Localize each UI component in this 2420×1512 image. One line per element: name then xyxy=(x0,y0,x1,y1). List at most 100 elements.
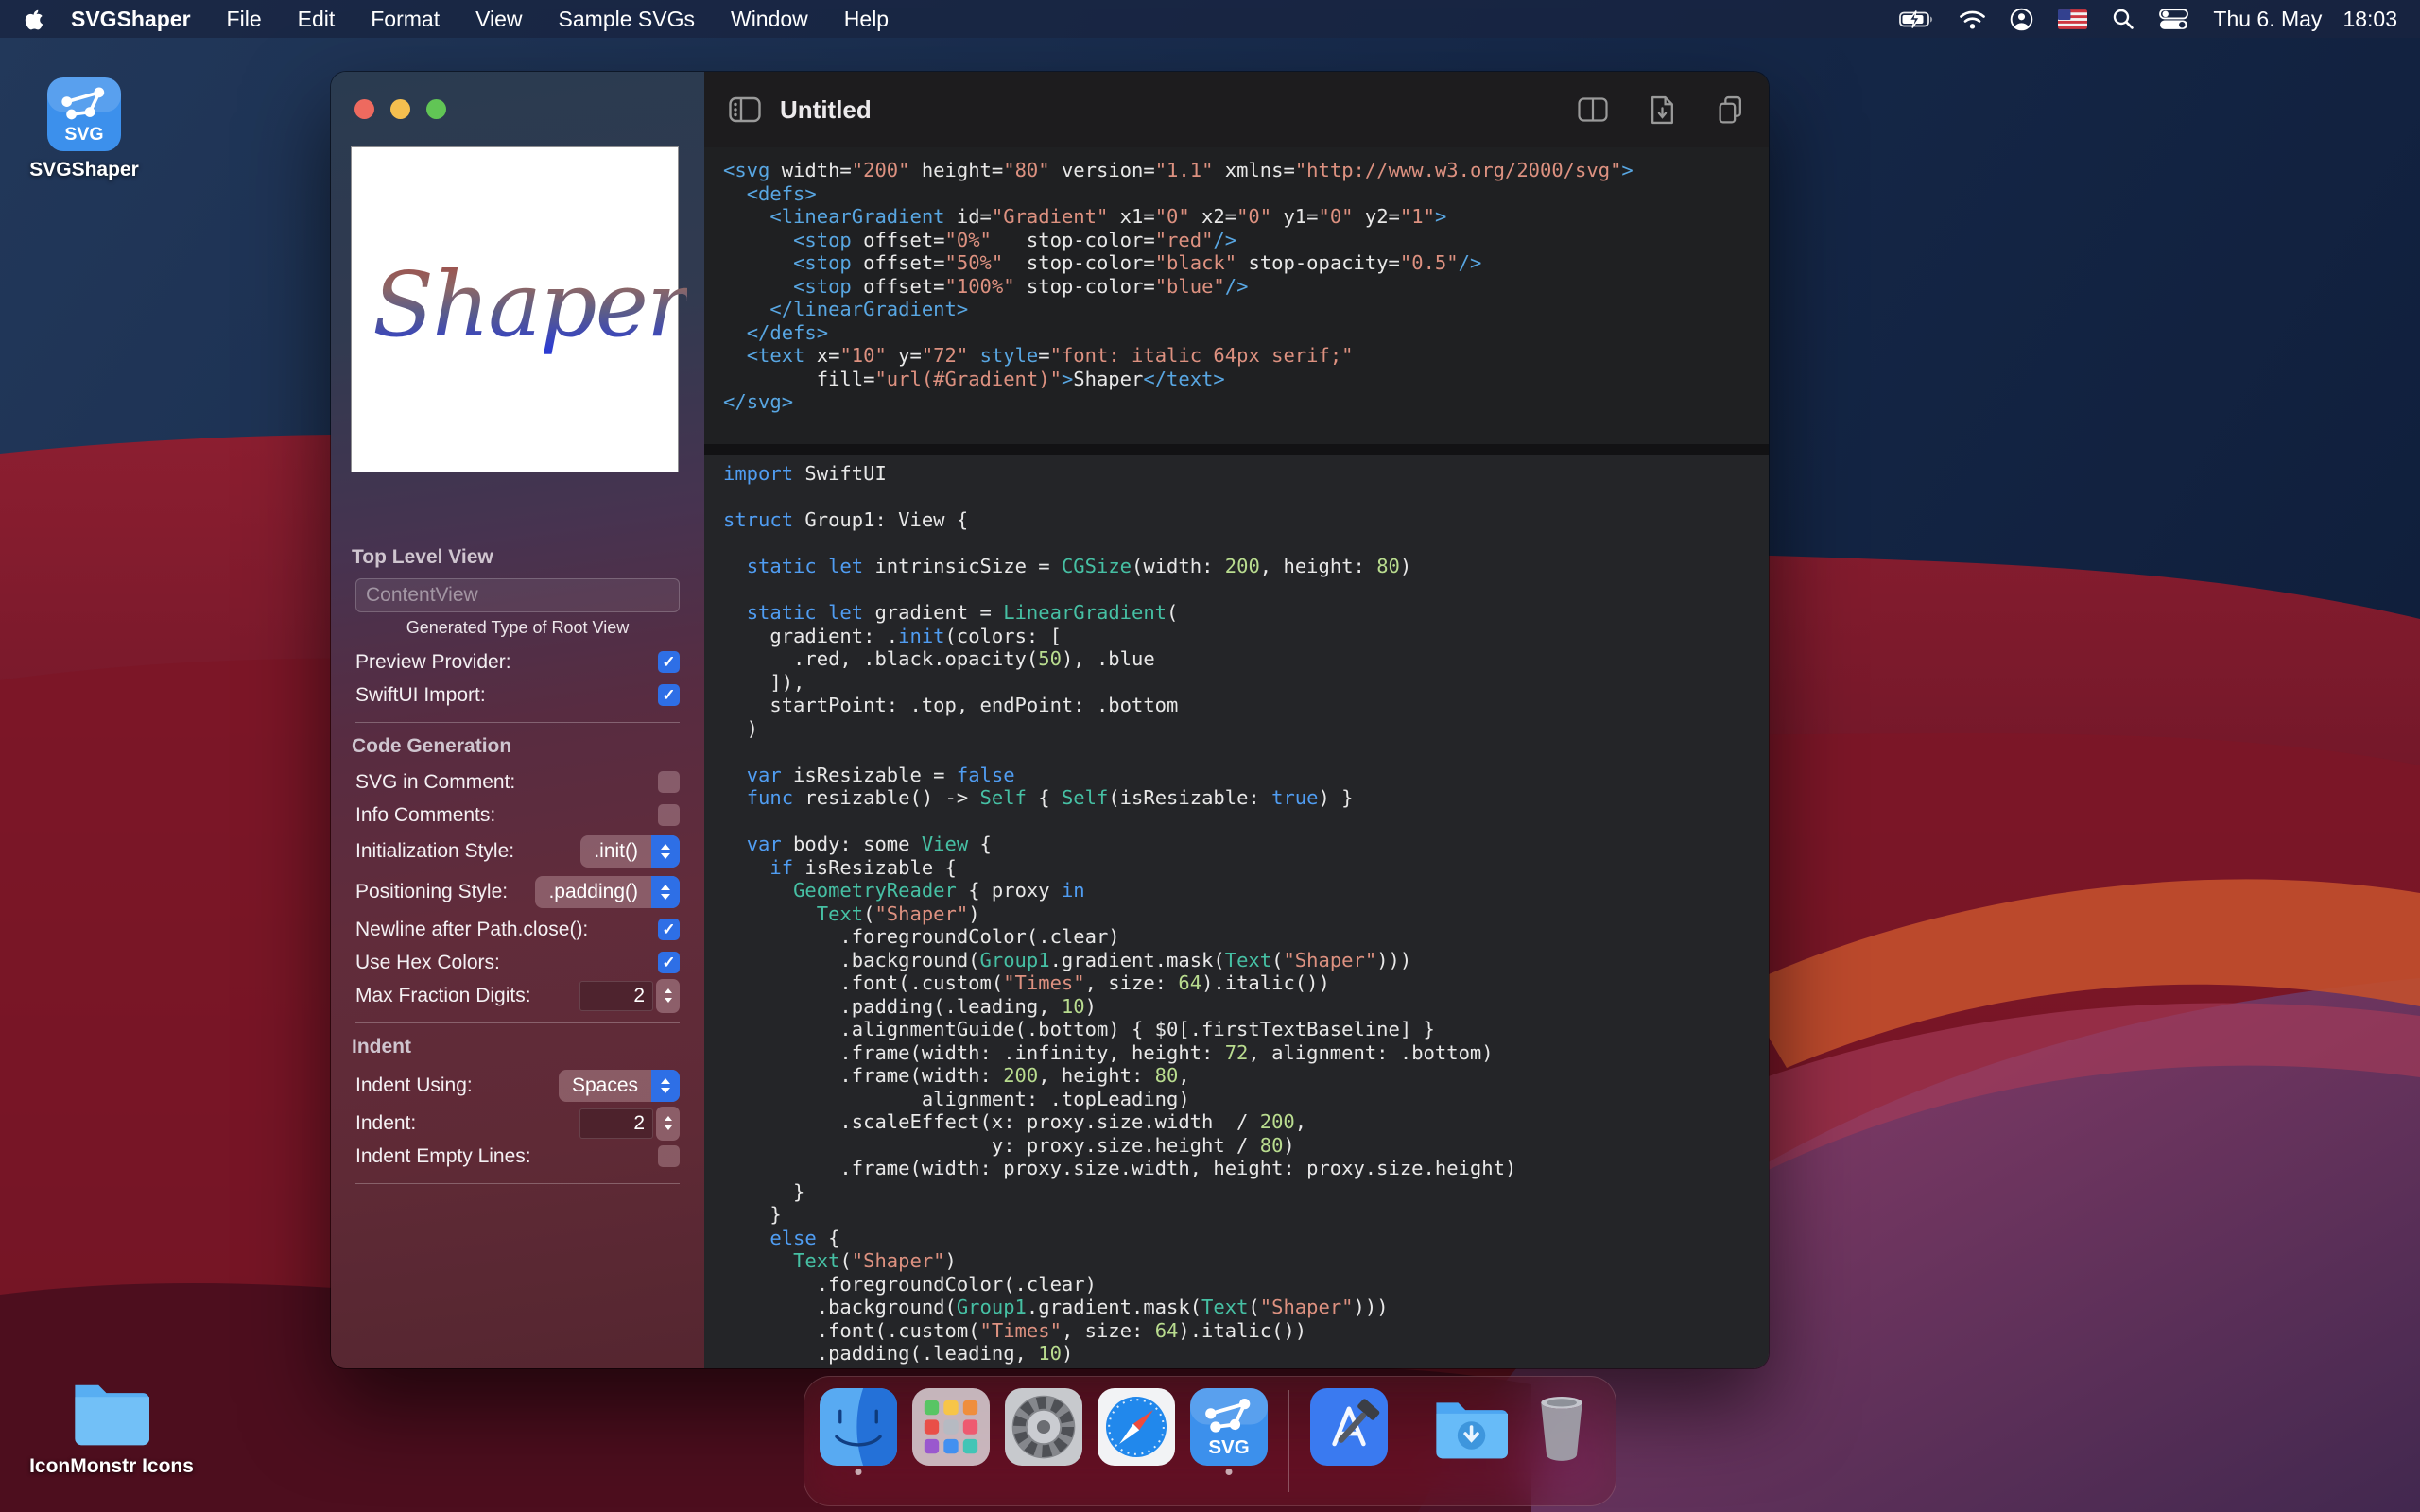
settings-row-info-comments: Info Comments: xyxy=(355,800,680,830)
dock-item-downloads[interactable] xyxy=(1430,1388,1508,1466)
dock-item-finder[interactable] xyxy=(820,1388,897,1466)
close-button[interactable] xyxy=(354,99,374,119)
dock-item-svgshaper[interactable]: SVG xyxy=(1190,1388,1268,1466)
checkbox-preview-provider[interactable]: ✓ xyxy=(658,651,680,673)
code-line: </svg> xyxy=(723,390,1769,414)
spotlight-search-icon[interactable] xyxy=(2112,8,2135,30)
apple-menu-icon[interactable] xyxy=(0,8,53,31)
row-label: Positioning Style: xyxy=(355,881,508,903)
code-line: static let intrinsicSize = CGSize(width:… xyxy=(723,555,1769,578)
dock-item-launchpad[interactable] xyxy=(912,1388,990,1466)
copy-code-icon[interactable] xyxy=(1717,95,1744,125)
code-line: var isResizable = false xyxy=(723,764,1769,787)
running-indicator xyxy=(1226,1469,1233,1475)
svg-preview: Shaper xyxy=(351,146,679,472)
minimize-button[interactable] xyxy=(390,99,410,119)
desktop-icon-svgshaper[interactable]: SVG SVGShaper xyxy=(13,77,155,181)
dock-item-xcode[interactable] xyxy=(1310,1388,1388,1466)
code-line: .frame(width: .infinity, height: 72, ali… xyxy=(723,1041,1769,1065)
desktop-icon-iconmonstr-folder[interactable]: IconMonstr Icons xyxy=(41,1372,182,1478)
export-file-icon[interactable] xyxy=(1650,95,1675,125)
dock-item-system-preferences[interactable] xyxy=(1005,1388,1082,1466)
stepper-value[interactable]: 2 xyxy=(579,981,653,1011)
section-header-top-level-view: Top Level View xyxy=(352,546,680,569)
section-divider xyxy=(355,1183,680,1184)
code-line: .padding(.leading, 10) xyxy=(723,995,1769,1019)
checkbox-swiftui-import[interactable]: ✓ xyxy=(658,684,680,706)
code-line: y: proxy.size.height / 80) xyxy=(723,1134,1769,1158)
code-line: .red, .black.opacity(50), .blue xyxy=(723,647,1769,671)
root-view-type-field[interactable]: ContentView xyxy=(355,578,680,612)
user-account-icon[interactable] xyxy=(2010,8,2033,31)
stepper-indent: 2 xyxy=(579,1107,680,1141)
popup-positioning-style[interactable]: .padding() xyxy=(535,876,680,908)
code-line: .frame(width: 200, height: 80, xyxy=(723,1064,1769,1088)
row-label: SwiftUI Import: xyxy=(355,684,486,707)
code-line xyxy=(723,810,1769,833)
menu-item-view[interactable]: View xyxy=(458,0,540,38)
svg-source-editor[interactable]: <svg width="200" height="80" version="1.… xyxy=(704,147,1769,444)
editor-split-divider[interactable] xyxy=(704,444,1769,455)
menu-item-file[interactable]: File xyxy=(209,0,280,38)
checkbox-indent-empty-lines[interactable] xyxy=(658,1145,680,1167)
menu-item-edit[interactable]: Edit xyxy=(280,0,354,38)
chevron-down-icon xyxy=(665,998,672,1003)
dock-separator xyxy=(1288,1390,1289,1492)
menu-item-svgshaper[interactable]: SVGShaper xyxy=(53,0,209,38)
stepper-value[interactable]: 2 xyxy=(579,1108,653,1139)
dock-item-trash[interactable] xyxy=(1523,1388,1600,1466)
chevron-down-icon xyxy=(661,894,670,900)
running-indicator xyxy=(856,1469,862,1475)
zoom-button[interactable] xyxy=(426,99,446,119)
dock-item-safari[interactable] xyxy=(1098,1388,1175,1466)
code-line: ]), xyxy=(723,671,1769,695)
menu-item-format[interactable]: Format xyxy=(353,0,458,38)
settings-row-swiftui-import: SwiftUI Import: ✓ xyxy=(355,680,680,710)
sidebar-toggle-icon[interactable] xyxy=(729,96,761,123)
section-header-indent: Indent xyxy=(352,1036,680,1058)
traffic-lights xyxy=(354,99,446,119)
code-line: .alignmentGuide(.bottom) { $0[.firstText… xyxy=(723,1366,1769,1369)
menu-item-help[interactable]: Help xyxy=(826,0,907,38)
input-source-flag-icon[interactable] xyxy=(2058,9,2087,29)
code-line: .background(Group1.gradient.mask(Text("S… xyxy=(723,1296,1769,1319)
checkbox-info-comments[interactable] xyxy=(658,804,680,826)
menu-item-sample-svgs[interactable]: Sample SVGs xyxy=(541,0,713,38)
split-view-icon[interactable] xyxy=(1578,97,1608,122)
popup-initialization-style[interactable]: .init() xyxy=(580,835,680,868)
code-line: func resizable() -> Self { Self(isResiza… xyxy=(723,786,1769,810)
code-line: .foregroundColor(.clear) xyxy=(723,1273,1769,1297)
chevron-down-icon xyxy=(661,1088,670,1093)
code-line: static let gradient = LinearGradient( xyxy=(723,601,1769,625)
stepper-buttons[interactable] xyxy=(656,979,680,1013)
code-line: .font(.custom("Times", size: 64).italic(… xyxy=(723,971,1769,995)
xcode-icon xyxy=(1310,1388,1388,1466)
dock: SVG xyxy=(804,1376,1616,1506)
swiftui-code-editor[interactable]: import SwiftUI struct Group1: View { sta… xyxy=(704,455,1769,1368)
trash-icon xyxy=(1523,1388,1600,1466)
checkbox-use-hex-colors[interactable]: ✓ xyxy=(658,952,680,973)
svgshaper-app-icon: SVG xyxy=(47,77,121,151)
checkbox-newline-after-path-close[interactable]: ✓ xyxy=(658,919,680,940)
clock-date: Thu 6. May xyxy=(2213,7,2322,32)
settings-row-indent: Indent:2 xyxy=(355,1108,680,1138)
stepper-buttons[interactable] xyxy=(656,1107,680,1141)
code-line: .background(Group1.gradient.mask(Text("S… xyxy=(723,949,1769,972)
code-line: </linearGradient> xyxy=(723,298,1769,321)
check-icon: ✓ xyxy=(662,954,675,971)
checkbox-svg-in-comment[interactable] xyxy=(658,771,680,793)
menu-clock[interactable]: Thu 6. May 18:03 xyxy=(2213,7,2397,32)
wifi-icon[interactable] xyxy=(1960,9,1985,29)
control-center-icon[interactable] xyxy=(2159,9,2188,30)
svg-text:SVG: SVG xyxy=(64,124,103,145)
code-line: alignment: .topLeading) xyxy=(723,1088,1769,1111)
menu-item-window[interactable]: Window xyxy=(713,0,826,38)
desktop-icon-label: SVGShaper xyxy=(29,159,139,181)
code-line: <svg width="200" height="80" version="1.… xyxy=(723,159,1769,182)
chevron-down-icon xyxy=(661,853,670,859)
battery-icon[interactable] xyxy=(1899,10,1935,28)
settings-row-use-hex-colors: Use Hex Colors:✓ xyxy=(355,948,680,977)
section-header-code-generation: Code Generation xyxy=(352,735,680,758)
row-label: Preview Provider: xyxy=(355,651,511,674)
popup-indent-using[interactable]: Spaces xyxy=(559,1070,680,1102)
